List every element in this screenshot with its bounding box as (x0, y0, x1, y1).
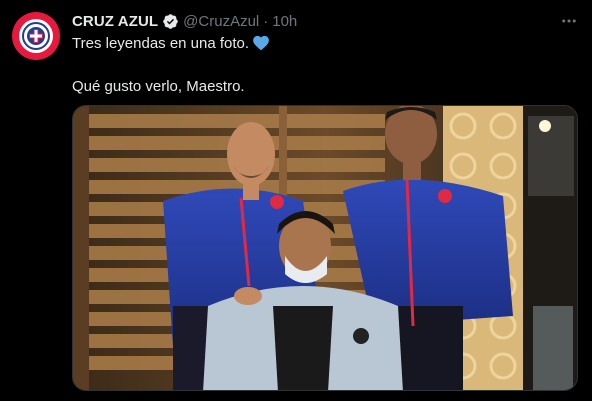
tweet-line-2: Qué gusto verlo, Maestro. (72, 78, 245, 95)
cruz-azul-crest-icon (19, 19, 53, 53)
handle[interactable]: @CruzAzul (183, 13, 259, 30)
blue-heart-icon (252, 34, 270, 57)
tweet-photo[interactable] (72, 105, 578, 391)
tweet-line-1-text: Tres leyendas en una foto. (72, 35, 250, 52)
separator: · (263, 12, 269, 30)
tweet-line-1: Tres leyendas en una foto. (72, 34, 572, 57)
timestamp[interactable]: 10h (272, 13, 297, 30)
more-options-icon[interactable] (558, 10, 580, 32)
tweet-header: CRUZ AZUL @CruzAzul · 10h (72, 11, 297, 31)
avatar[interactable] (12, 12, 60, 60)
display-name[interactable]: CRUZ AZUL (72, 13, 158, 30)
tweet-text: Tres leyendas en una foto. Qué gusto ver… (72, 34, 572, 97)
photo-image (73, 106, 577, 390)
verified-badge-icon (162, 13, 179, 30)
